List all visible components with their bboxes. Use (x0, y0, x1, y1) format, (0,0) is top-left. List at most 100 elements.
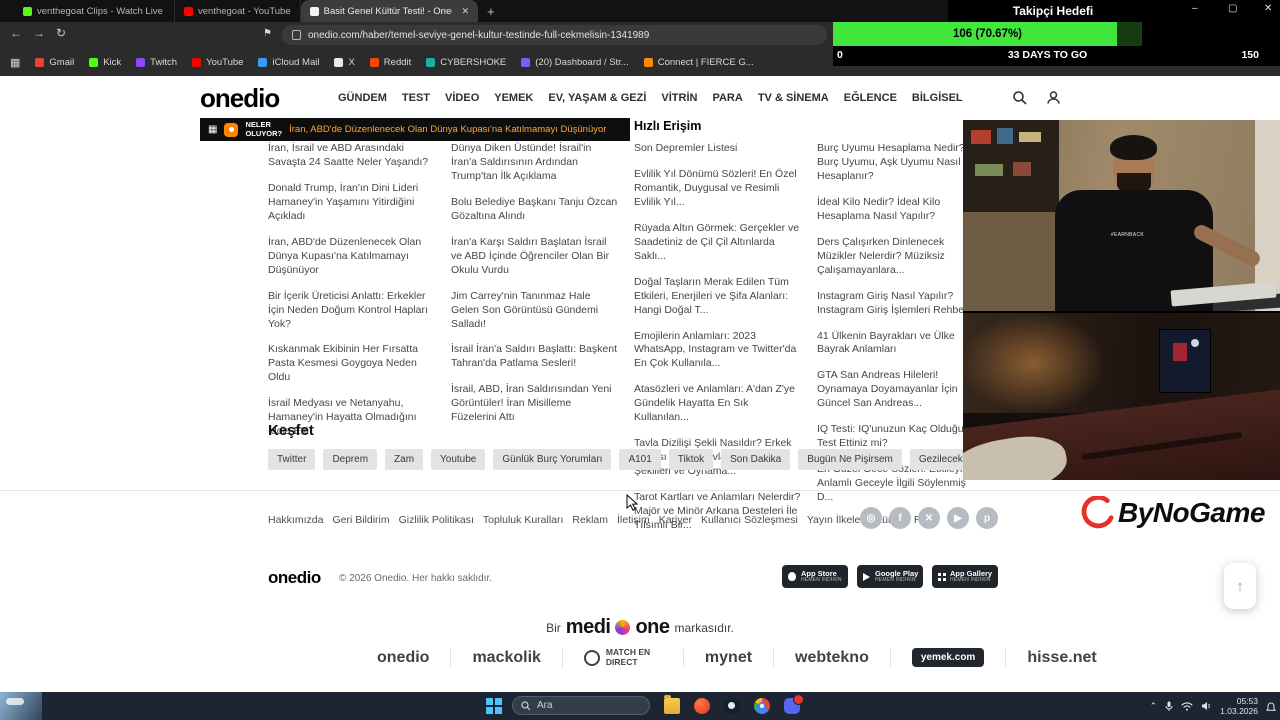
bookmark-dashboard[interactable]: (20) Dashboard / Str... (521, 57, 629, 68)
nav-video[interactable]: VİDEO (445, 92, 479, 104)
nav-para[interactable]: PARA (712, 92, 742, 104)
article-link[interactable]: Burç Uyumu Hesaplama Nedir? Burç Uyumu, … (817, 142, 985, 184)
site-logo[interactable]: onedio (200, 83, 280, 114)
x-icon[interactable]: ✕ (918, 507, 940, 529)
url-bar[interactable]: onedio.com/haber/temel-seviye-genel-kult… (282, 25, 827, 45)
minimize-icon[interactable]: – (1192, 4, 1198, 14)
bookmark-icloud[interactable]: iCloud Mail (258, 57, 319, 68)
footer-link[interactable]: Topluluk Kuralları (483, 514, 564, 526)
tag-tiktok[interactable]: Tiktok (668, 449, 714, 470)
tag-son-dakika[interactable]: Son Dakika (721, 449, 791, 470)
nav-vitrin[interactable]: VİTRİN (661, 92, 697, 104)
article-link[interactable]: Rüyada Altın Görmek: Gerçekler ve Saadet… (634, 222, 802, 264)
back-icon[interactable]: ← (10, 27, 22, 39)
footer-link[interactable]: İletişim (617, 514, 650, 526)
article-link[interactable]: Bir İçerik Üreticisi Anlattı: Erkekler İ… (268, 290, 436, 332)
apps-grid-icon[interactable]: ▦ (10, 56, 20, 69)
volume-icon[interactable] (1201, 701, 1212, 711)
new-tab-button[interactable]: + (487, 4, 495, 19)
article-link[interactable]: Evlilik Yıl Dönümü Sözleri! En Özel Roma… (634, 168, 802, 210)
steam-icon[interactable] (724, 698, 740, 714)
footer-link[interactable]: Kullanıcı Sözleşmesi (701, 514, 798, 526)
browser-tab-active[interactable]: Basit Genel Kültür Testi! - Onedi... ✕ (300, 0, 479, 22)
partner-onedio[interactable]: onedio (356, 649, 450, 667)
scroll-to-top-button[interactable]: ↑ (1224, 563, 1256, 609)
partner-match-en-direct[interactable]: MATCH EN DIRECT (561, 647, 683, 668)
bookmark-icon[interactable]: ⚑ (263, 28, 272, 39)
start-button[interactable] (486, 698, 502, 714)
article-link[interactable]: İran'a Karşı Saldırı Başlatan İsrail ve … (451, 236, 619, 278)
partner-mackolik[interactable]: mackolik (450, 648, 561, 667)
browser-tab-2[interactable]: venthegoat - YouTube (175, 0, 301, 22)
nav-test[interactable]: TEST (402, 92, 430, 104)
microphone-icon[interactable] (1165, 701, 1173, 712)
partner-yemek[interactable]: yemek.com (889, 648, 1005, 668)
facebook-icon[interactable]: f (889, 507, 911, 529)
footer-link[interactable]: Hakkımızda (268, 514, 323, 526)
article-link[interactable]: İdeal Kilo Nedir? İdeal Kilo Hesaplama N… (817, 196, 985, 224)
wifi-icon[interactable] (1181, 701, 1193, 711)
article-link[interactable]: İsrail İran'a Saldırı Başlattı: Başkent … (451, 343, 619, 371)
bookmark-twitch[interactable]: Twitch (136, 57, 177, 68)
app-store-badge[interactable]: App Store HEMEN İNDİRİN (782, 565, 848, 588)
article-link[interactable]: Son Depremler Listesi (634, 142, 802, 156)
tag-deprem[interactable]: Deprem (323, 449, 378, 470)
ticker-headline[interactable]: İran, ABD'de Düzenlenecek Olan Dünya Kup… (289, 124, 606, 135)
nav-ev-yasam-gezi[interactable]: EV, YAŞAM & GEZİ (548, 92, 646, 104)
article-link[interactable]: Dünya Diken Üstünde! İsrail'in İran'a Sa… (451, 142, 619, 184)
article-link[interactable]: IQ Testi: IQ'unuzun Kaç Olduğunu Test Et… (817, 423, 985, 451)
google-play-badge[interactable]: Google Play HEMEN İNDİRİN (857, 565, 923, 588)
taskbar-search[interactable]: Ara (512, 696, 650, 715)
chrome-icon[interactable] (754, 698, 770, 714)
footer-link[interactable]: Yayın İlkeleri (807, 514, 866, 526)
user-icon[interactable] (1046, 90, 1061, 110)
bookmark-kick[interactable]: Kick (89, 57, 121, 68)
close-icon[interactable]: ✕ (1264, 4, 1272, 14)
file-explorer-icon[interactable] (664, 695, 680, 714)
tag-bugun-ne-pisirsem[interactable]: Bugün Ne Pişirsem (798, 449, 902, 470)
nav-tv-sinema[interactable]: TV & SİNEMA (758, 92, 829, 104)
article-link[interactable]: Atasözleri ve Anlamları: A'dan Z'ye Günd… (634, 383, 802, 425)
nav-gundem[interactable]: GÜNDEM (338, 92, 387, 104)
article-link[interactable]: İsrail, ABD, İran Saldırısından Yeni Gör… (451, 383, 619, 425)
pinterest-icon[interactable]: p (976, 507, 998, 529)
browser-tab-1[interactable]: venthegoat Clips - Watch Live on Kic... (14, 0, 175, 22)
footer-link[interactable]: Reklam (572, 514, 608, 526)
bookmark-cybershoke[interactable]: CYBERSHOKE (426, 57, 506, 68)
app-gallery-badge[interactable]: App Gallery HEMEN İNDİRİN (932, 565, 998, 588)
article-link[interactable]: Kıskanmak Ekibinin Her Fırsatta Pasta Ke… (268, 343, 436, 385)
instagram-icon[interactable]: ◎ (860, 507, 882, 529)
article-link[interactable]: Doğal Taşların Merak Edilen Tüm Etkileri… (634, 276, 802, 318)
footer-link[interactable]: Geri Bildirim (332, 514, 389, 526)
mediazone-logo-left[interactable]: medi (566, 616, 611, 639)
partner-hisse[interactable]: hisse.net (1005, 648, 1117, 667)
reload-icon[interactable]: ↻ (56, 27, 66, 39)
breaking-news-ticker[interactable]: ▦ NELER OLUYOR? İran, ABD'de Düzenlenece… (200, 118, 630, 141)
bookmark-gmail[interactable]: Gmail (35, 57, 74, 68)
widgets-weather-button[interactable] (0, 692, 42, 720)
tag-a101[interactable]: A101 (619, 449, 661, 470)
article-link[interactable]: Instagram Giriş Nasıl Yapılır? Instagram… (817, 290, 985, 318)
notifications-bell-icon[interactable] (1266, 701, 1276, 712)
nav-yemek[interactable]: YEMEK (494, 92, 533, 104)
article-link[interactable]: Jim Carrey'nin Tanınmaz Hale Gelen Son G… (451, 290, 619, 332)
bookmark-connect[interactable]: Connect | FIERCE G... (643, 57, 754, 68)
bookmark-x[interactable]: X (334, 57, 355, 68)
footer-link[interactable]: Kariyer (659, 514, 692, 526)
partner-mynet[interactable]: mynet (682, 648, 773, 667)
tag-youtube[interactable]: Youtube (431, 449, 486, 470)
mediazone-logo-right[interactable]: one (635, 616, 670, 639)
youtube-icon[interactable]: ▶ (947, 507, 969, 529)
article-link[interactable]: GTA San Andreas Hileleri! Oynamaya Doyam… (817, 369, 985, 411)
article-link[interactable]: 41 Ülkenin Bayrakları ve Ülke Bayrak Anl… (817, 330, 985, 358)
discord-icon[interactable] (784, 694, 804, 714)
brave-icon[interactable] (694, 698, 710, 714)
tag-burc[interactable]: Günlük Burç Yorumları (493, 449, 612, 470)
article-link[interactable]: Donald Trump, İran'ın Dini Lideri Hamane… (268, 182, 436, 224)
taskbar-clock[interactable]: 05:53 1.03.2026 (1220, 696, 1258, 716)
article-link[interactable]: Tarot Kartları ve Anlamları Nelerdir? Ma… (634, 491, 802, 533)
footer-link[interactable]: Gizlilik Politikası (399, 514, 474, 526)
article-link[interactable]: İran, İsrail ve ABD Arasındaki Savaşta 2… (268, 142, 436, 170)
forward-icon[interactable]: → (33, 27, 45, 39)
tab-close-icon[interactable]: ✕ (462, 6, 470, 17)
